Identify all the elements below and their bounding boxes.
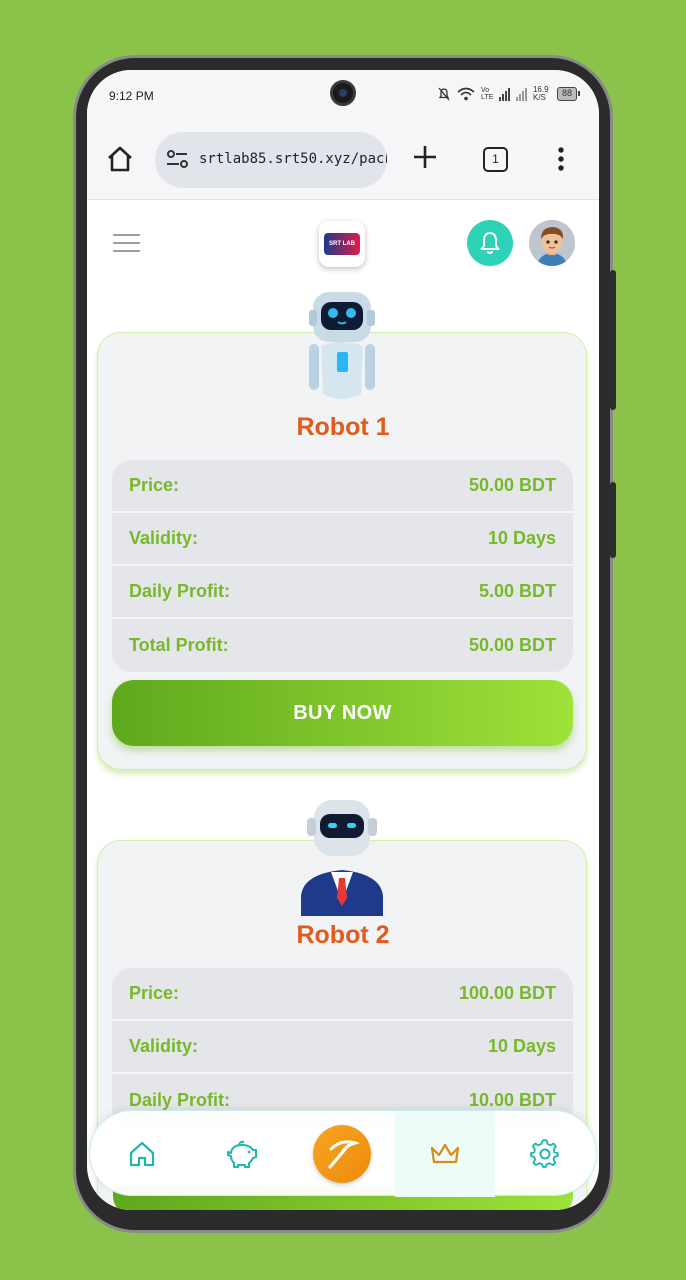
- new-tab-icon[interactable]: [412, 144, 438, 170]
- menu-icon[interactable]: [113, 234, 140, 258]
- detail-label: Price:: [129, 983, 180, 1003]
- network-type: Vo LTE: [480, 87, 494, 101]
- mine-button[interactable]: [313, 1125, 371, 1183]
- nav-settings[interactable]: [495, 1111, 595, 1197]
- detail-row: Daily Profit: 5.00 BDT: [112, 566, 573, 619]
- tab-switcher-button[interactable]: 1: [483, 147, 508, 172]
- home-icon[interactable]: [105, 144, 135, 174]
- nav-vip[interactable]: [395, 1111, 495, 1197]
- detail-value: 10 Days: [487, 528, 556, 548]
- nav-savings[interactable]: [192, 1111, 292, 1197]
- app-logo[interactable]: SRT LAB: [319, 221, 365, 267]
- nav-mine[interactable]: [292, 1111, 392, 1197]
- avatar-image: [529, 220, 575, 266]
- bottom-navigation: [89, 1110, 597, 1197]
- detail-label: Daily Profit:: [129, 581, 231, 601]
- piggy-bank-icon: [227, 1140, 257, 1168]
- notification-button[interactable]: [467, 220, 513, 266]
- site-settings-icon[interactable]: [165, 149, 191, 171]
- detail-row: Validity: 10 Days: [112, 1021, 573, 1074]
- crown-icon: [430, 1143, 460, 1164]
- detail-label: Validity:: [129, 1036, 199, 1056]
- detail-value: 5.00 BDT: [478, 581, 556, 601]
- package-details: Price: 100.00 BDT Validity: 10 Days Dail…: [112, 968, 573, 1127]
- app-header: SRT LAB: [87, 200, 599, 290]
- detail-label: Validity:: [129, 528, 199, 548]
- gear-icon: [530, 1139, 559, 1168]
- detail-label: Daily Profit:: [129, 1090, 231, 1110]
- pickaxe-icon: [328, 1140, 359, 1169]
- detail-row: Price: 50.00 BDT: [112, 460, 573, 513]
- user-avatar[interactable]: [529, 220, 575, 266]
- nav-home[interactable]: [92, 1111, 192, 1197]
- network-speed: 16.9 K/S: [532, 85, 549, 102]
- phone-screen: 9:12 PM Vo LTE 16.9 K/S 88 srtlab85.srt5…: [87, 70, 599, 1210]
- detail-label: Total Profit:: [129, 635, 229, 655]
- detail-value: 10 Days: [487, 1036, 556, 1056]
- robot-2-image: [301, 800, 383, 916]
- volume-button: [610, 270, 616, 410]
- url-text: srtlab85.srt50.xyz/packag: [199, 151, 387, 167]
- package-details: Price: 50.00 BDT Validity: 10 Days Daily…: [112, 460, 573, 672]
- detail-value: 50.00 BDT: [468, 475, 556, 495]
- address-bar[interactable]: srtlab85.srt50.xyz/packag: [155, 132, 387, 188]
- power-button: [610, 482, 616, 558]
- package-title: Robot 2: [296, 921, 390, 949]
- status-time: 9:12 PM: [109, 89, 154, 103]
- detail-label: Price:: [129, 475, 180, 495]
- mute-icon: [438, 87, 450, 101]
- detail-value: 10.00 BDT: [468, 1090, 556, 1110]
- signal-icon-2: [515, 87, 527, 101]
- browser-toolbar: srtlab85.srt50.xyz/packag 1: [87, 122, 599, 200]
- detail-value: 100.00 BDT: [458, 983, 556, 1003]
- front-camera: [330, 80, 356, 106]
- status-icons: Vo LTE 16.9 K/S 88: [437, 85, 581, 102]
- more-menu-icon[interactable]: [557, 146, 565, 172]
- robot-1-image: [309, 292, 375, 399]
- battery-indicator: 88: [556, 87, 581, 101]
- status-bar: 9:12 PM Vo LTE 16.9 K/S 88: [87, 70, 599, 122]
- buy-now-button[interactable]: BUY NOW: [112, 680, 573, 746]
- detail-value: 50.00 BDT: [468, 635, 556, 655]
- detail-row: Validity: 10 Days: [112, 513, 573, 566]
- package-title: Robot 1: [296, 413, 390, 441]
- logo-text: SRT LAB: [324, 233, 360, 255]
- detail-row: Price: 100.00 BDT: [112, 968, 573, 1021]
- detail-row: Total Profit: 50.00 BDT: [112, 619, 573, 672]
- bell-icon: [480, 232, 500, 254]
- wifi-icon: [457, 87, 475, 101]
- signal-icon: [498, 87, 510, 101]
- home-icon: [129, 1141, 155, 1167]
